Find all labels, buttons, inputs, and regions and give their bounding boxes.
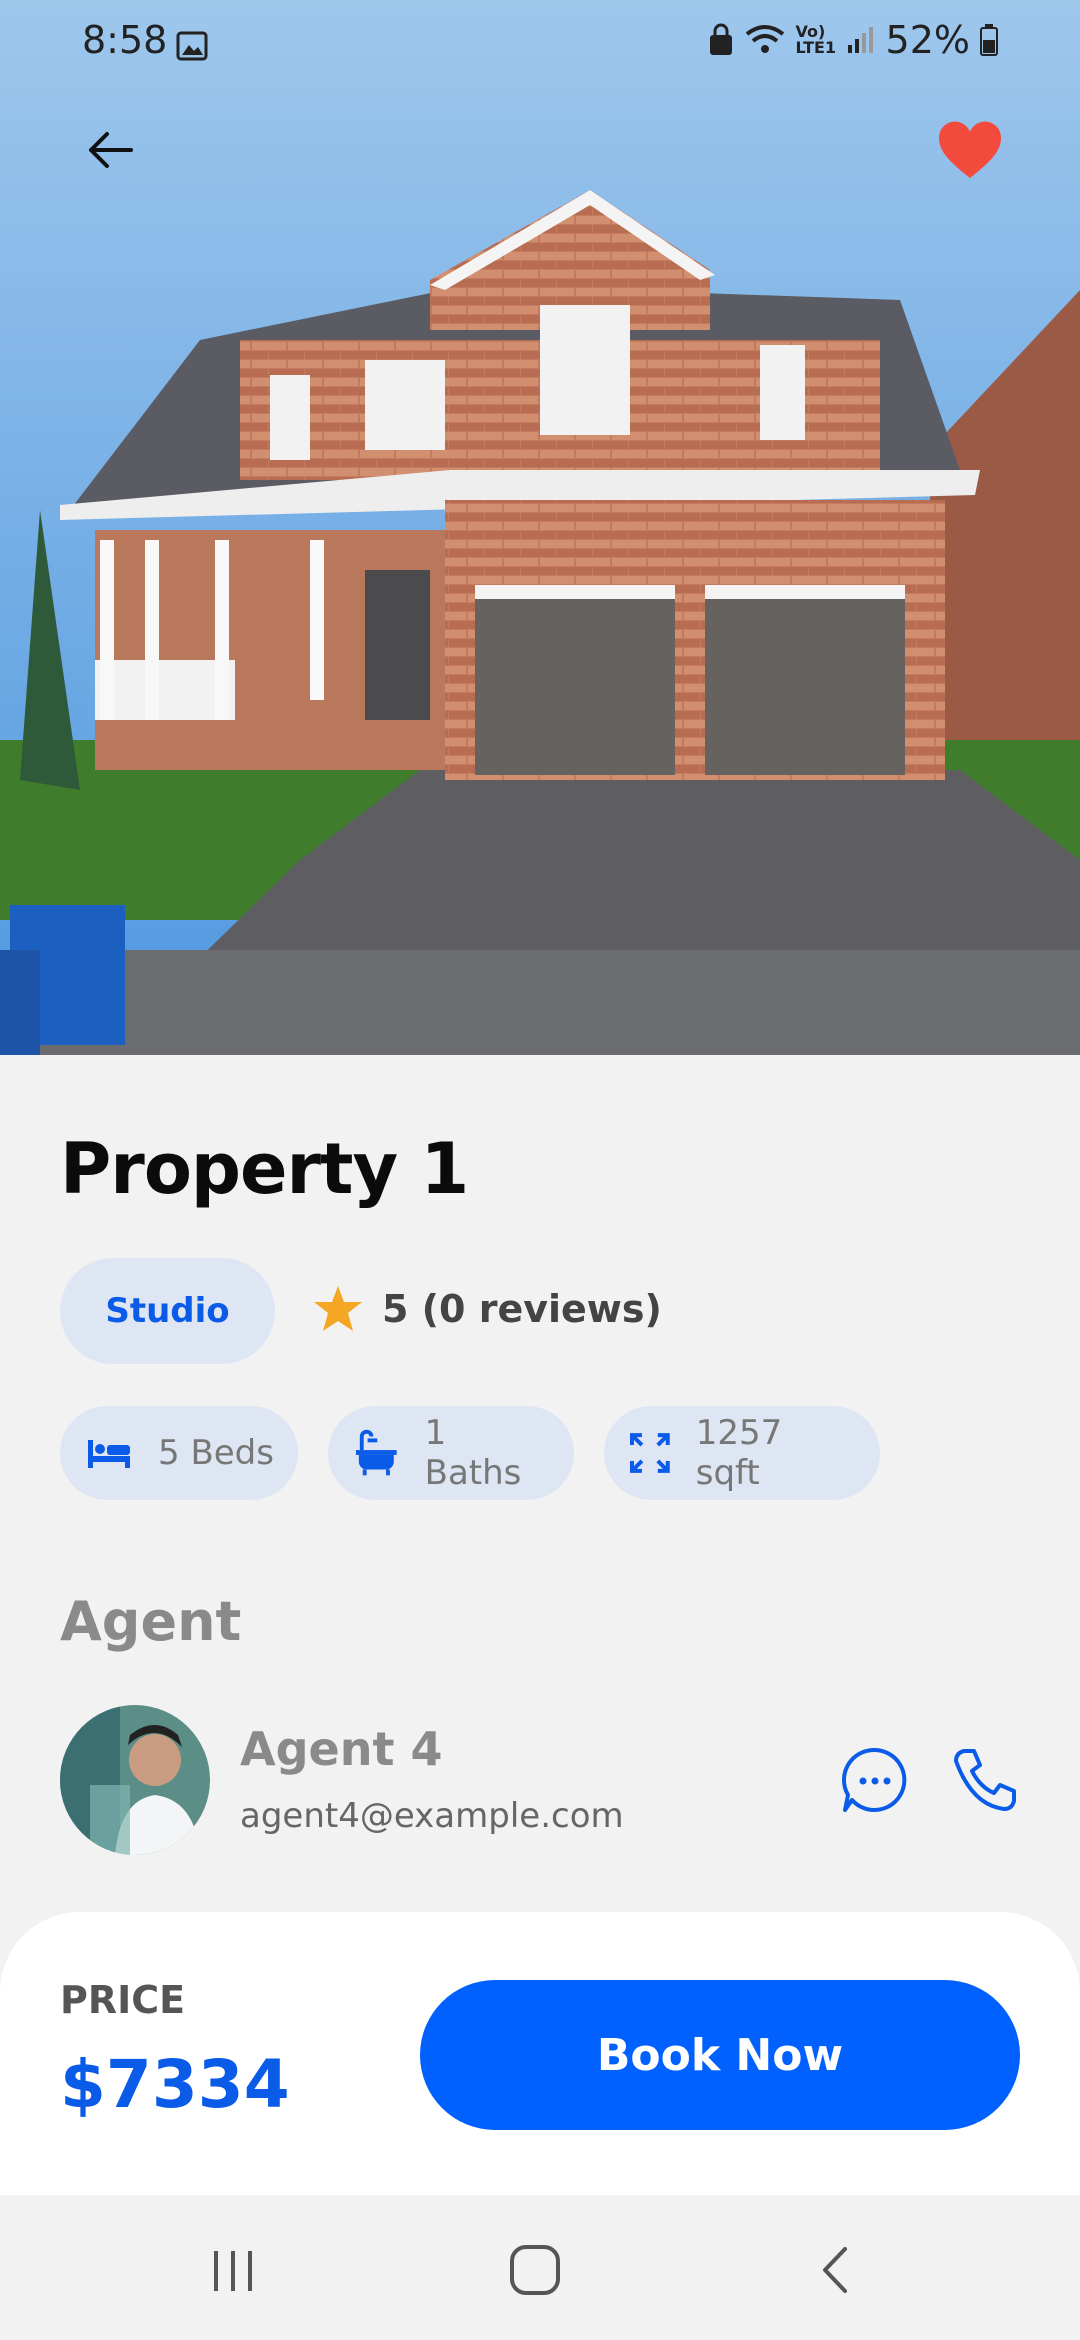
message-agent-button[interactable] (840, 1745, 910, 1815)
system-back-button[interactable] (792, 2235, 882, 2305)
status-bar: 8:58 Vo) LTE1 52% (0, 0, 1080, 84)
chevron-left-icon (823, 2247, 847, 2293)
back-button[interactable] (70, 115, 150, 185)
agent-email: agent4@example.com (240, 1796, 624, 1836)
wifi-icon (744, 24, 786, 56)
price-label: PRICE (60, 1978, 186, 2022)
bed-icon (88, 1440, 130, 1468)
home-icon (510, 2245, 560, 2295)
recent-apps-button[interactable] (188, 2235, 278, 2305)
feature-area-label: 1257 sqft (695, 1413, 783, 1493)
battery-icon (980, 24, 998, 56)
feature-beds-label: 5 Beds (158, 1433, 274, 1473)
star-icon (314, 1286, 362, 1331)
signal-icon (846, 25, 876, 55)
system-nav-bar (0, 2195, 1080, 2340)
property-title: Property 1 (60, 1128, 469, 1210)
rating-text: 5 (0 reviews) (382, 1287, 662, 1331)
book-now-button[interactable]: Book Now (420, 1980, 1020, 2130)
price-value: $7334 (60, 2046, 290, 2123)
rating: 5 (0 reviews) (312, 1284, 662, 1334)
home-button[interactable] (490, 2235, 580, 2305)
image-notification-icon (176, 26, 208, 70)
agent-heading: Agent (60, 1590, 242, 1653)
heart-icon (938, 121, 1002, 178)
network-label: Vo) LTE1 (795, 22, 837, 57)
arrow-left-icon (89, 132, 133, 168)
phone-icon (954, 1749, 1016, 1811)
favorite-button[interactable] (930, 110, 1010, 190)
avatar (60, 1705, 210, 1855)
expand-icon (630, 1433, 670, 1473)
recent-apps-icon (214, 2251, 252, 2291)
property-photo (0, 0, 1080, 1055)
feature-baths: 1 Baths (328, 1406, 574, 1500)
battery-percent: 52% (885, 18, 970, 62)
chat-bubble-icon (842, 1747, 907, 1812)
property-type-badge: Studio (60, 1258, 275, 1364)
call-agent-button[interactable] (950, 1745, 1020, 1815)
feature-area: 1257 sqft (604, 1406, 880, 1500)
booking-panel: PRICE $7334 Book Now (0, 1912, 1080, 2195)
feature-baths-label: 1 Baths (424, 1413, 522, 1493)
feature-beds: 5 Beds (60, 1406, 298, 1500)
feature-list: 5 Beds 1 Baths 1257 sqft (60, 1406, 880, 1500)
lock-icon (708, 23, 734, 57)
bathtub-icon (355, 1429, 397, 1476)
agent-name: Agent 4 (240, 1722, 443, 1776)
status-time: 8:58 (82, 18, 168, 62)
